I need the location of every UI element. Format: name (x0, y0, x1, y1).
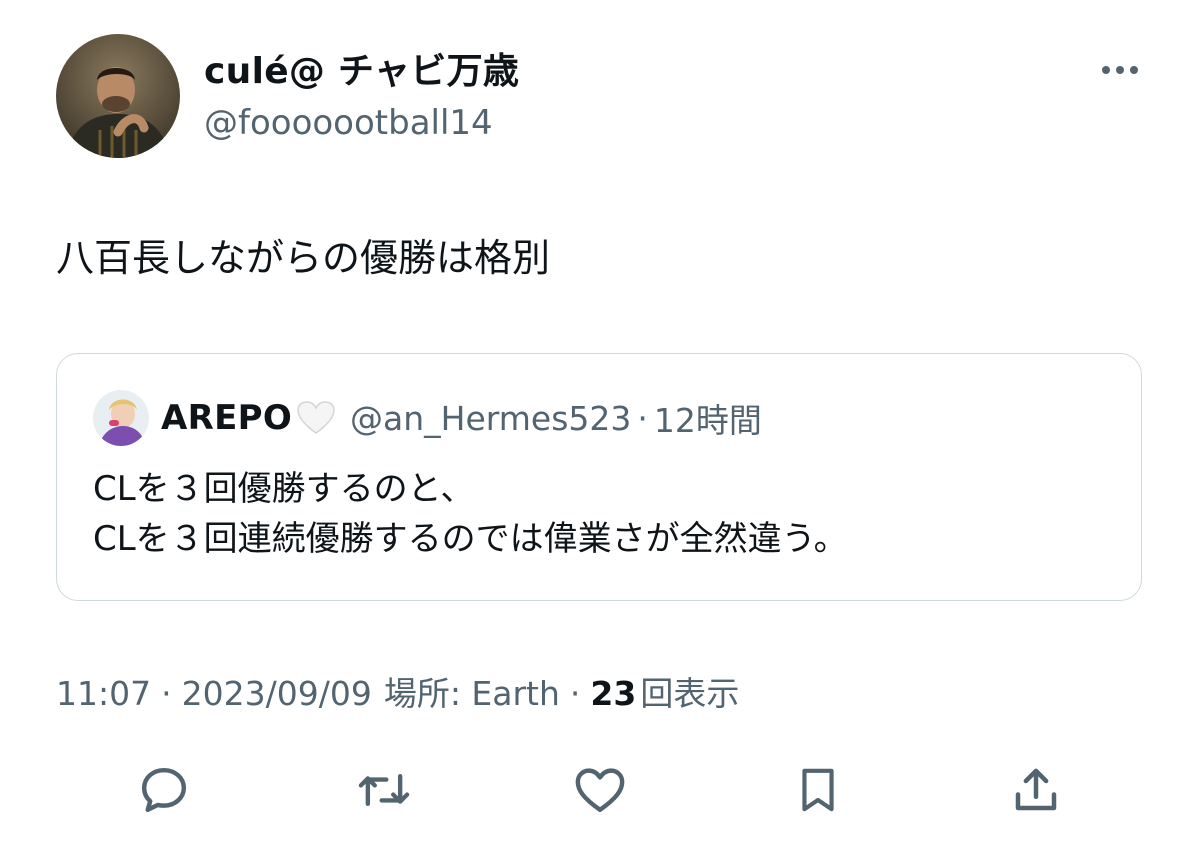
share-button[interactable] (1006, 760, 1066, 820)
quote-author-name[interactable]: AREPO (161, 398, 292, 438)
like-button[interactable] (570, 760, 630, 820)
white-heart-emoji-icon (296, 400, 336, 436)
quote-author-handle[interactable]: @an_Hermes523 (350, 399, 631, 438)
tweet-location: 場所: Earth (383, 674, 560, 713)
view-label: 回表示 (640, 674, 740, 713)
retweet-button[interactable] (354, 760, 414, 820)
more-dots-icon (1102, 66, 1138, 74)
heart-icon (575, 768, 625, 813)
quote-timestamp[interactable]: 12時間 (654, 394, 762, 442)
view-count: 23 (590, 674, 637, 713)
tweet-detail: culé@ チャビ万歳 @fooooootball14 八百長しながらの優勝は格… (0, 0, 1200, 856)
quote-text: CLを３回優勝するのと、 CLを３回連続優勝するのでは偉業さが全然違う。 (93, 464, 848, 564)
author-avatar[interactable] (56, 34, 180, 158)
quote-header: AREPO @an_Hermes523 · 12時間 (161, 394, 762, 442)
quoted-tweet-card[interactable]: AREPO @an_Hermes523 · 12時間 CLを３回優勝するのと、 … (56, 353, 1142, 601)
quote-author-avatar[interactable] (93, 390, 149, 446)
author-handle[interactable]: @fooooootball14 (204, 102, 493, 144)
action-bar (0, 760, 1200, 820)
quote-text-line: CLを３回連続優勝するのでは偉業さが全然違う。 (93, 519, 848, 559)
tweet-date[interactable]: 2023/09/09 (182, 670, 372, 718)
separator-dot: · (637, 398, 648, 438)
author-display-name[interactable]: culé@ チャビ万歳 (204, 50, 519, 94)
retweet-icon (358, 773, 410, 807)
tweet-text: 八百長しながらの優勝は格別 (56, 236, 551, 280)
separator-dot: · (569, 674, 581, 713)
tweet-meta: 11:07 · 2023/09/09 場所: Earth · 23 回表示 (56, 670, 739, 718)
reply-icon (141, 767, 187, 813)
reply-button[interactable] (134, 760, 194, 820)
share-icon (1015, 768, 1057, 811)
quote-text-line: CLを３回優勝するのと、 (93, 469, 475, 509)
more-options-button[interactable] (1096, 50, 1144, 90)
bookmark-button[interactable] (788, 760, 848, 820)
separator-dot: · (161, 674, 172, 713)
bookmark-icon (802, 768, 834, 812)
tweet-time[interactable]: 11:07 (56, 670, 151, 718)
